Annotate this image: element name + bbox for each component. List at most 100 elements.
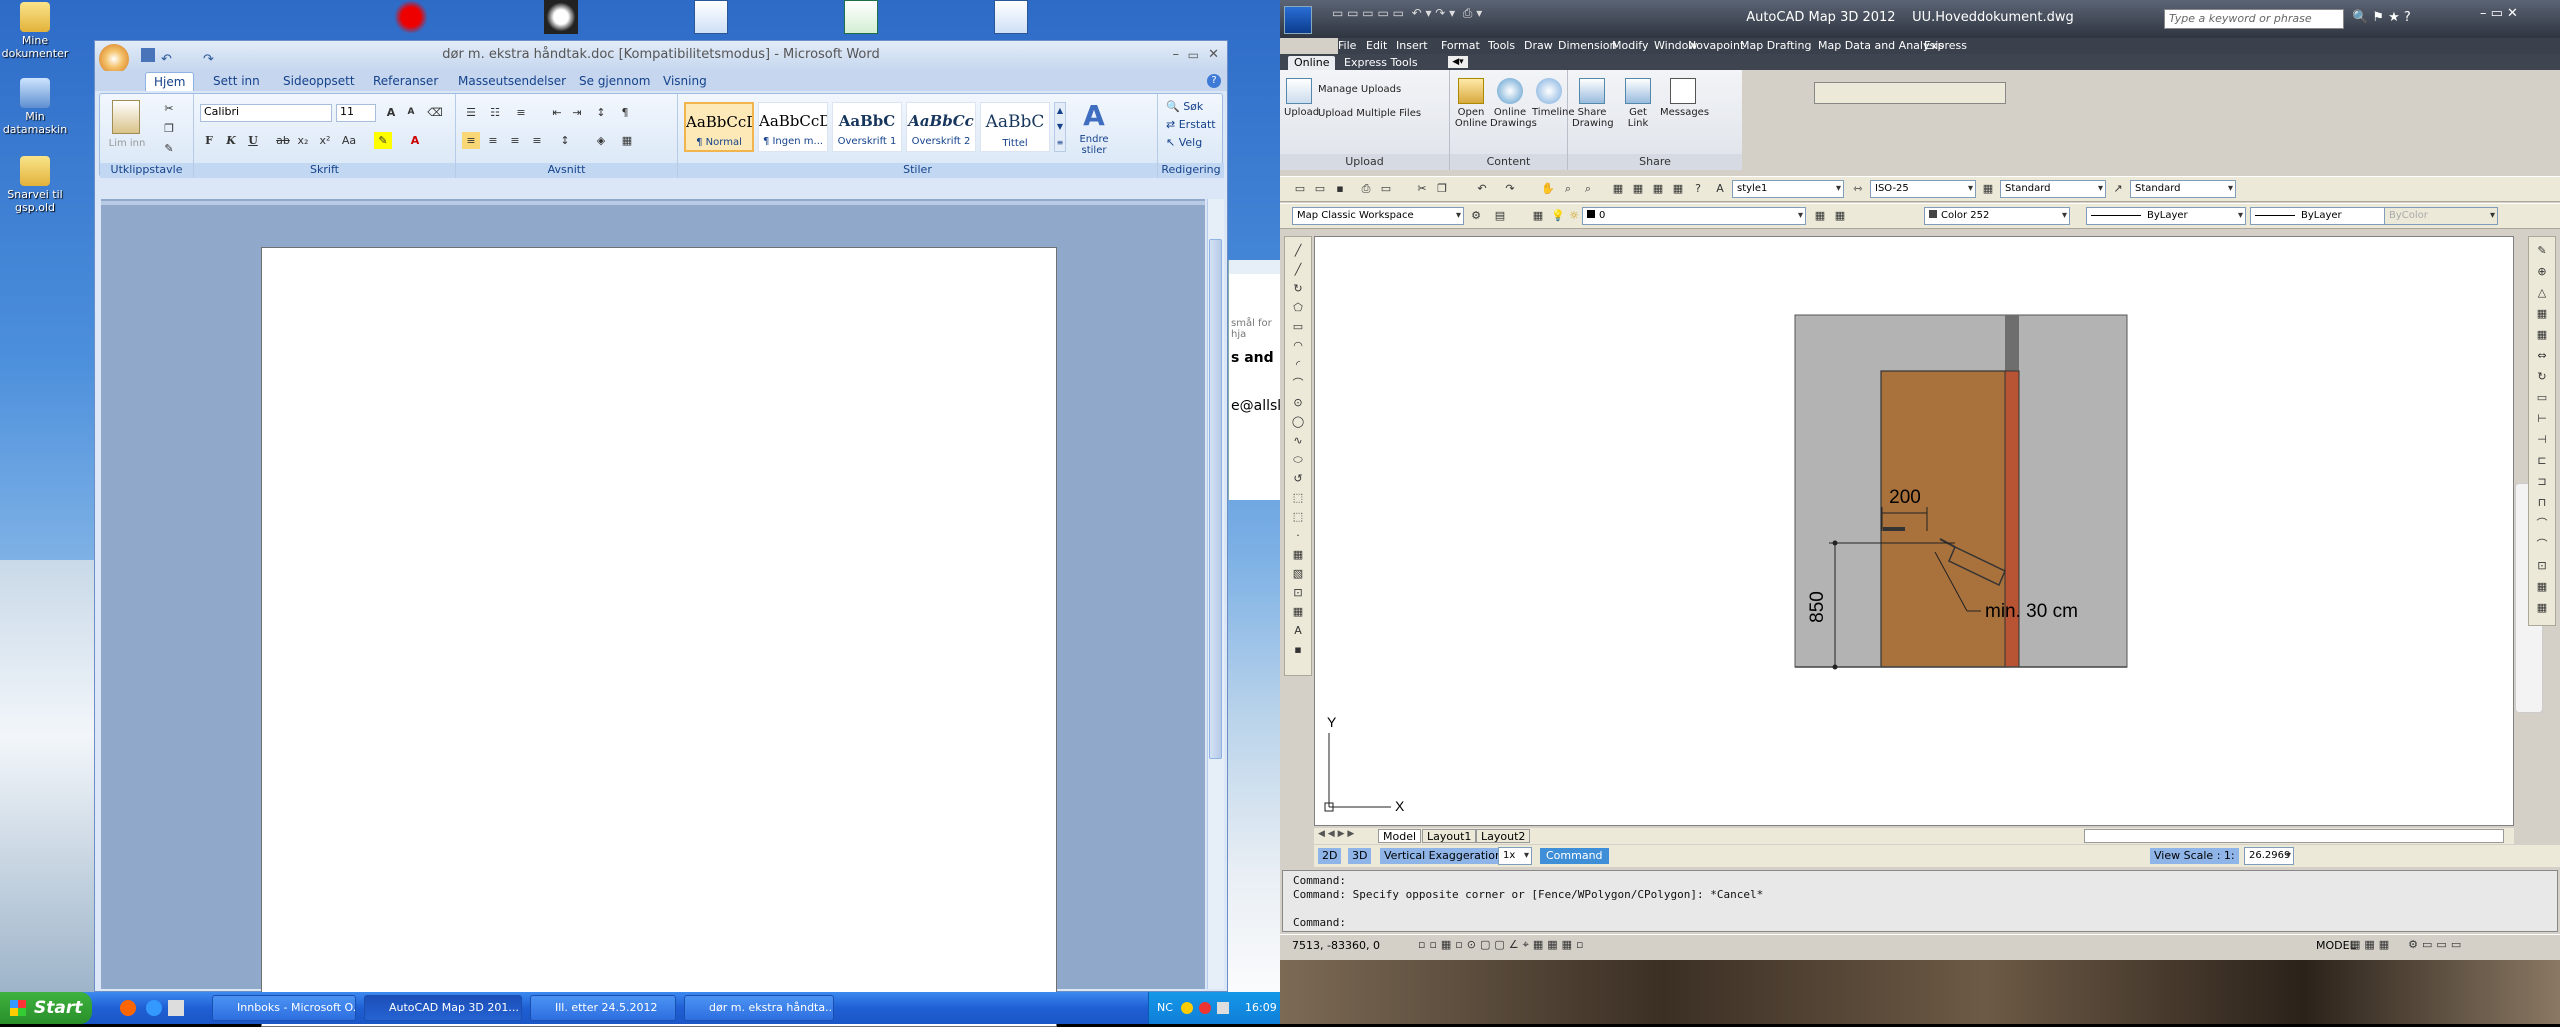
manage-uploads-button[interactable]: Manage Uploads	[1318, 84, 1401, 95]
superscript-icon[interactable]: x²	[316, 132, 334, 149]
tab-express-tools[interactable]: Express Tools	[1338, 56, 1424, 70]
upload-multiple-button[interactable]: Upload Multiple Files	[1318, 108, 1421, 119]
tab-sett-inn[interactable]: Sett inn	[205, 72, 268, 91]
tab-masseutsendelser[interactable]: Masseutsendelser	[450, 72, 574, 91]
modify-tool-icon[interactable]: ⊡	[2534, 558, 2550, 574]
modify-tool-icon[interactable]: ⊢	[2534, 411, 2550, 427]
vertical-scrollbar[interactable]	[1207, 199, 1224, 989]
draw-tool-icon[interactable]: ╱	[1290, 262, 1306, 278]
undo-icon[interactable]: ↶	[161, 46, 172, 74]
lineweight-select[interactable]: ByLayer	[2250, 207, 2398, 225]
draw-tool-icon[interactable]: ◠	[1290, 338, 1306, 354]
zoom-icon[interactable]: ⌕	[1560, 181, 1576, 197]
background-window[interactable]: smål for hja s and e@allsk	[1228, 260, 1285, 500]
help-icon[interactable]: ?	[1690, 181, 1706, 197]
style-title[interactable]: AaBbC Tittel	[980, 102, 1050, 152]
decrease-indent-icon[interactable]: ⇤	[548, 104, 566, 121]
preview-icon[interactable]: ▭	[1378, 181, 1394, 197]
line-spacing-icon[interactable]: ↕	[556, 132, 574, 149]
modify-tool-icon[interactable]: ⌒	[2534, 537, 2550, 553]
excel-document-icon[interactable]	[844, 0, 878, 34]
save-icon[interactable]: ▪	[1332, 181, 1348, 197]
horizontal-scrollbar[interactable]	[2084, 829, 2504, 843]
command-window[interactable]: Command: Command: Specify opposite corne…	[1282, 870, 2558, 932]
draw-tool-icon[interactable]: ▧	[1290, 566, 1306, 582]
menu-format[interactable]: Format	[1441, 39, 1480, 53]
multileader-style-icon[interactable]: ↗	[2110, 181, 2126, 197]
draw-tool-icon[interactable]: ◜	[1290, 357, 1306, 373]
paste-icon[interactable]	[112, 100, 140, 134]
panda-icon[interactable]	[544, 0, 578, 34]
menu-file[interactable]: File	[1338, 39, 1356, 53]
share-drawing-button[interactable]: Share Drawing	[1572, 78, 1614, 129]
modify-tool-icon[interactable]: ▦	[2534, 306, 2550, 322]
layer-freeze-icon[interactable]: ☼	[1566, 208, 1582, 224]
red-app-icon[interactable]	[394, 0, 428, 34]
increase-indent-icon[interactable]: ⇥	[568, 104, 586, 121]
copy-icon[interactable]: ❐	[160, 120, 178, 137]
numbering-icon[interactable]: ☷	[486, 104, 504, 121]
styles-gallery-scroll[interactable]: ▲ ▼ ≡	[1054, 102, 1066, 152]
bullets-icon[interactable]: ☰	[462, 104, 480, 121]
dim-style-select[interactable]: ISO-25	[1870, 180, 1976, 198]
upload-button[interactable]: Upload	[1284, 78, 1319, 118]
multilevel-list-icon[interactable]: ≡	[512, 104, 530, 121]
draw-tool-icon[interactable]: A	[1290, 623, 1306, 639]
style-normal[interactable]: AaBbCcDc ¶ Normal	[684, 102, 754, 152]
volume-icon[interactable]	[1217, 1002, 1229, 1014]
draw-tool-icon[interactable]: ⌒	[1290, 376, 1306, 392]
modify-tool-icon[interactable]: ▦	[2534, 327, 2550, 343]
draw-tool-icon[interactable]: ∿	[1290, 433, 1306, 449]
table-style-select[interactable]: Standard	[2000, 180, 2106, 198]
calculator-icon[interactable]: ▦	[1670, 181, 1686, 197]
style-no-spacing[interactable]: AaBbCcDc ¶ Ingen m...	[758, 102, 828, 152]
modify-tool-icon[interactable]: ⊕	[2534, 264, 2550, 280]
menu-express[interactable]: Express	[1924, 39, 1967, 53]
word-document-icon[interactable]	[694, 0, 728, 34]
open-online-button[interactable]: Open Online	[1454, 78, 1488, 129]
quick-access-toolbar[interactable]: ▭ ▭ ▭ ▭ ▭ ↶ ▾ ↷ ▾ ⎙ ▾	[1332, 6, 1482, 21]
draw-tool-icon[interactable]: ▦	[1290, 604, 1306, 620]
start-button[interactable]: Start	[0, 992, 92, 1024]
font-size-box[interactable]: 11	[336, 104, 376, 122]
replace-button[interactable]: ⇄ Erstatt	[1166, 118, 1216, 131]
cut-icon[interactable]: ✂	[160, 100, 178, 117]
tab-sideoppsett[interactable]: Sideoppsett	[275, 72, 363, 91]
grow-font-icon[interactable]: A	[382, 104, 400, 121]
tool-palette-icon[interactable]: ▦	[1650, 181, 1666, 197]
tab-layout2[interactable]: Layout2	[1476, 829, 1531, 843]
task-folder[interactable]: Ill. etter 24.5.2012	[530, 995, 676, 1021]
font-color-icon[interactable]: A	[406, 132, 424, 149]
format-painter-icon[interactable]: ✎	[160, 140, 178, 157]
modify-tool-icon[interactable]: ⇔	[2534, 348, 2550, 364]
save-icon[interactable]	[141, 48, 155, 62]
design-center-icon[interactable]: ▦	[1630, 181, 1646, 197]
menu-insert[interactable]: Insert	[1396, 39, 1428, 53]
draw-tool-icon[interactable]: ⊡	[1290, 585, 1306, 601]
task-word[interactable]: dør m. ekstra håndta...	[684, 995, 834, 1021]
align-center-icon[interactable]: ≡	[484, 132, 502, 149]
ie-icon[interactable]	[146, 1000, 162, 1016]
toggle-2d[interactable]: 2D	[1318, 848, 1342, 864]
layer-properties-icon[interactable]: ▤	[1492, 208, 1508, 224]
draw-tool-icon[interactable]: ▪	[1290, 642, 1306, 658]
style-heading-1[interactable]: AaBbC Overskrift 1	[832, 102, 902, 152]
modify-tool-icon[interactable]: △	[2534, 285, 2550, 301]
pan-icon[interactable]: ✋	[1540, 181, 1556, 197]
change-case-icon[interactable]: Aa	[340, 132, 358, 149]
color-select[interactable]: Color 252	[1924, 207, 2070, 225]
word-document-icon[interactable]	[994, 0, 1028, 34]
workspace-settings-icon[interactable]: ⚙	[1468, 208, 1484, 224]
modify-tool-icon[interactable]: ▦	[2534, 600, 2550, 616]
office-button-icon[interactable]	[99, 44, 129, 74]
menu-map-drafting[interactable]: Map Drafting	[1740, 39, 1811, 53]
dim-style-icon[interactable]: ⇿	[1850, 181, 1866, 197]
draw-tool-icon[interactable]: ⊙	[1290, 395, 1306, 411]
text-style-select[interactable]: style1	[1732, 180, 1844, 198]
modify-tool-icon[interactable]: ⊓	[2534, 495, 2550, 511]
shading-icon[interactable]: ◈	[592, 132, 610, 149]
style-heading-2[interactable]: AaBbCc Overskrift 2	[906, 102, 976, 152]
undo-icon[interactable]: ↶	[1474, 181, 1490, 197]
menu-dimension[interactable]: Dimension	[1558, 39, 1616, 53]
tab-visning[interactable]: Visning	[655, 72, 715, 91]
